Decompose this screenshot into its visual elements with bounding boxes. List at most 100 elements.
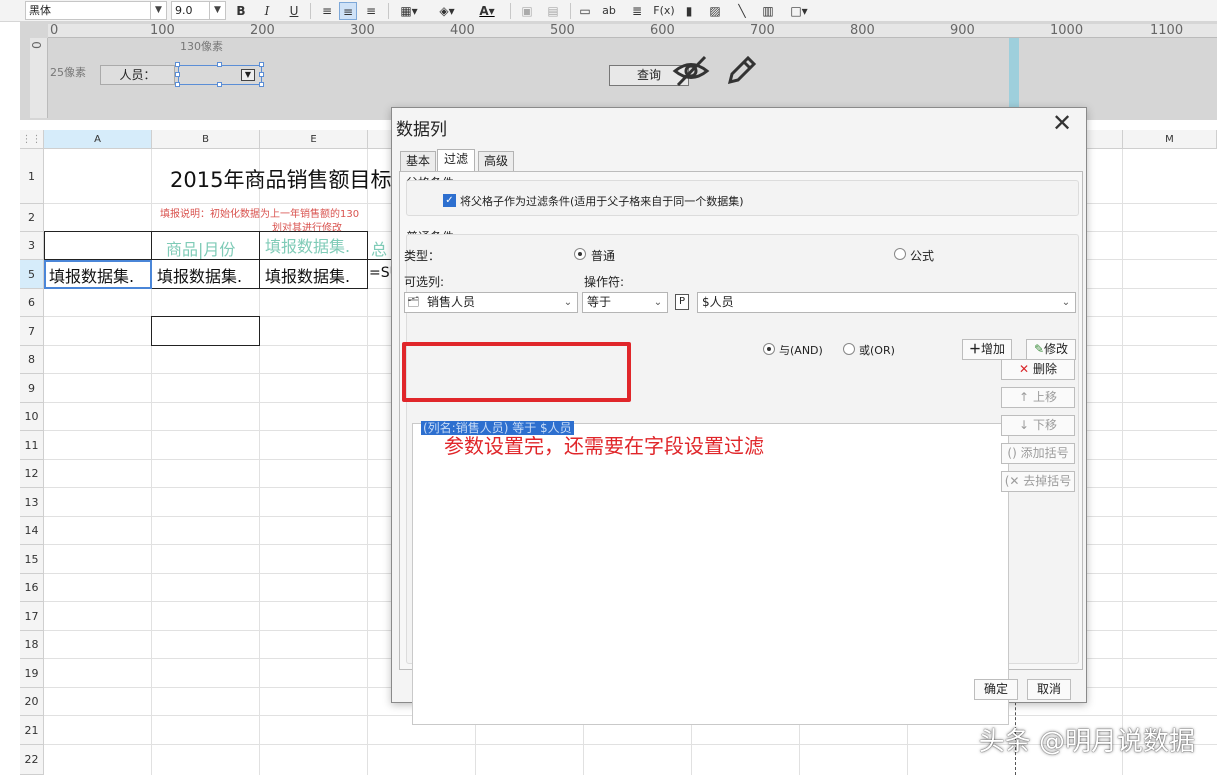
resize-handle[interactable] <box>217 62 222 67</box>
remove-bracket-button[interactable]: (✕ 去掉括号 <box>1001 471 1075 492</box>
data-column-dialog: 数据列 ✕ 基本 过滤 高级 父格条件 ✓ 将父格子作为过滤条件(适用于父子格来… <box>391 107 1087 725</box>
underline-button[interactable]: U <box>285 2 303 20</box>
row-header[interactable]: 12 <box>20 460 44 488</box>
resize-handle[interactable] <box>175 82 180 87</box>
column-select[interactable]: 🗂 销售人员 ⌄ <box>404 292 578 313</box>
cell-border <box>259 231 260 289</box>
cell-f5[interactable]: =SU <box>369 265 392 281</box>
row-header[interactable]: 10 <box>20 403 44 431</box>
add-condition-button[interactable]: ＋增加 <box>962 339 1012 360</box>
chart-icon[interactable]: ▮ <box>680 2 698 20</box>
watermark: 头条 @明月说数据 <box>978 727 1195 757</box>
text-icon[interactable]: ab <box>600 2 618 20</box>
row-header[interactable]: 14 <box>20 517 44 545</box>
row-header[interactable]: 19 <box>20 659 44 688</box>
italic-button[interactable]: I <box>258 2 276 20</box>
image-icon[interactable]: ▨ <box>706 2 724 20</box>
merge-cells-icon[interactable]: ▣ <box>518 2 536 20</box>
fill-color-icon[interactable]: ◈▾ <box>432 2 462 20</box>
row-header[interactable]: 20 <box>20 688 44 716</box>
resize-handle[interactable] <box>259 82 264 87</box>
row-header[interactable]: 7 <box>20 317 44 346</box>
ruler-tick: 900 <box>950 23 975 38</box>
type-formula-radio[interactable] <box>894 248 906 260</box>
border-icon[interactable]: ▦▾ <box>394 2 424 20</box>
row-header[interactable]: 16 <box>20 574 44 602</box>
chevron-down-icon: ▼ <box>150 2 166 19</box>
align-right-icon[interactable]: ≡ <box>362 2 380 20</box>
cell-e5[interactable]: 填报数据集. <box>265 263 350 287</box>
row-header[interactable]: 3 <box>20 232 44 260</box>
cell-f3[interactable]: 总 <box>371 236 392 260</box>
split-cells-icon[interactable]: ▤ <box>544 2 562 20</box>
font-family-select[interactable]: 黑体 ▼ <box>25 1 167 20</box>
row-header[interactable]: 9 <box>20 374 44 403</box>
cancel-button[interactable]: 取消 <box>1027 679 1071 700</box>
parameter-value-select[interactable]: $人员 ⌄ <box>697 292 1076 313</box>
row-header[interactable]: 5 <box>20 260 44 289</box>
tab-filter[interactable]: 过滤 <box>437 149 475 171</box>
column-type-icon: 🗂 <box>407 297 420 308</box>
column-header-e[interactable]: E <box>260 130 368 149</box>
column-header-a[interactable]: A <box>44 130 152 149</box>
frame-icon[interactable]: □▾ <box>784 2 814 20</box>
row-header[interactable]: 13 <box>20 488 44 517</box>
ruler-tick: 1100 <box>1150 23 1184 38</box>
insert-field-icon[interactable]: ▭ <box>576 2 594 20</box>
tab-advanced[interactable]: 高级 <box>478 151 514 171</box>
row-header[interactable]: 1 <box>20 149 44 204</box>
tab-basic[interactable]: 基本 <box>400 151 436 171</box>
formula-icon[interactable]: F(x) <box>653 2 675 20</box>
align-center-icon[interactable]: ≡ <box>339 2 357 20</box>
and-radio[interactable] <box>763 343 775 355</box>
resize-handle[interactable] <box>175 72 180 77</box>
move-up-button[interactable]: ↑ 上移 <box>1001 387 1075 408</box>
slash-icon[interactable]: ╲ <box>733 2 751 20</box>
font-size-select[interactable]: 9.0 ▼ <box>171 1 226 20</box>
column-header-b[interactable]: B <box>152 130 260 149</box>
resize-handle[interactable] <box>217 82 222 87</box>
parent-filter-checkbox[interactable]: ✓ <box>443 194 456 207</box>
column-header[interactable] <box>368 130 392 149</box>
add-bracket-button[interactable]: () 添加括号 <box>1001 443 1075 464</box>
type-label: 类型： <box>404 249 441 263</box>
ok-button[interactable]: 确定 <box>974 679 1018 700</box>
close-icon[interactable]: ✕ <box>1050 111 1074 136</box>
row-header[interactable]: 6 <box>20 289 44 317</box>
ruler-tick: 200 <box>250 23 275 38</box>
move-down-button[interactable]: ↓ 下移 <box>1001 415 1075 436</box>
type-normal-radio[interactable] <box>574 248 586 260</box>
bold-button[interactable]: B <box>232 2 250 20</box>
select-all-corner[interactable]: ⋮⋮ <box>20 130 44 149</box>
parameter-value: $人员 <box>702 295 734 309</box>
paragraph-icon[interactable]: ≣ <box>628 2 646 20</box>
align-left-icon[interactable]: ≡ <box>318 2 336 20</box>
cell-b3[interactable]: 商品|月份 <box>166 236 235 260</box>
condition-list[interactable] <box>412 423 1009 725</box>
column-header-m[interactable]: M <box>1123 130 1217 149</box>
row-header[interactable]: 11 <box>20 431 44 460</box>
row-header[interactable]: 18 <box>20 631 44 659</box>
subreport-icon[interactable]: ▥ <box>759 2 777 20</box>
row-header[interactable]: 8 <box>20 346 44 374</box>
pencil-icon[interactable] <box>724 54 758 88</box>
column-header[interactable] <box>1087 130 1123 149</box>
delete-condition-button[interactable]: ✕ 删除 <box>1001 359 1075 380</box>
row-header[interactable]: 21 <box>20 716 44 745</box>
row-header[interactable]: 2 <box>20 204 44 232</box>
row-header[interactable]: 17 <box>20 602 44 631</box>
cell-a5[interactable]: 填报数据集. <box>49 263 134 287</box>
parameter-type-icon[interactable]: P <box>675 294 689 310</box>
or-radio[interactable] <box>843 343 855 355</box>
cell-e3[interactable]: 填报数据集. <box>265 233 350 257</box>
font-color-icon[interactable]: A▾ <box>472 2 502 20</box>
row-header[interactable]: 15 <box>20 545 44 574</box>
resize-handle[interactable] <box>175 62 180 67</box>
resize-handle[interactable] <box>259 62 264 67</box>
cell-b5[interactable]: 填报数据集. <box>157 263 242 287</box>
operator-select[interactable]: 等于 ⌄ <box>582 292 668 313</box>
modify-condition-button[interactable]: ✎修改 <box>1026 339 1076 360</box>
hide-eye-icon[interactable] <box>672 54 710 88</box>
resize-handle[interactable] <box>259 72 264 77</box>
row-header[interactable]: 22 <box>20 745 44 775</box>
